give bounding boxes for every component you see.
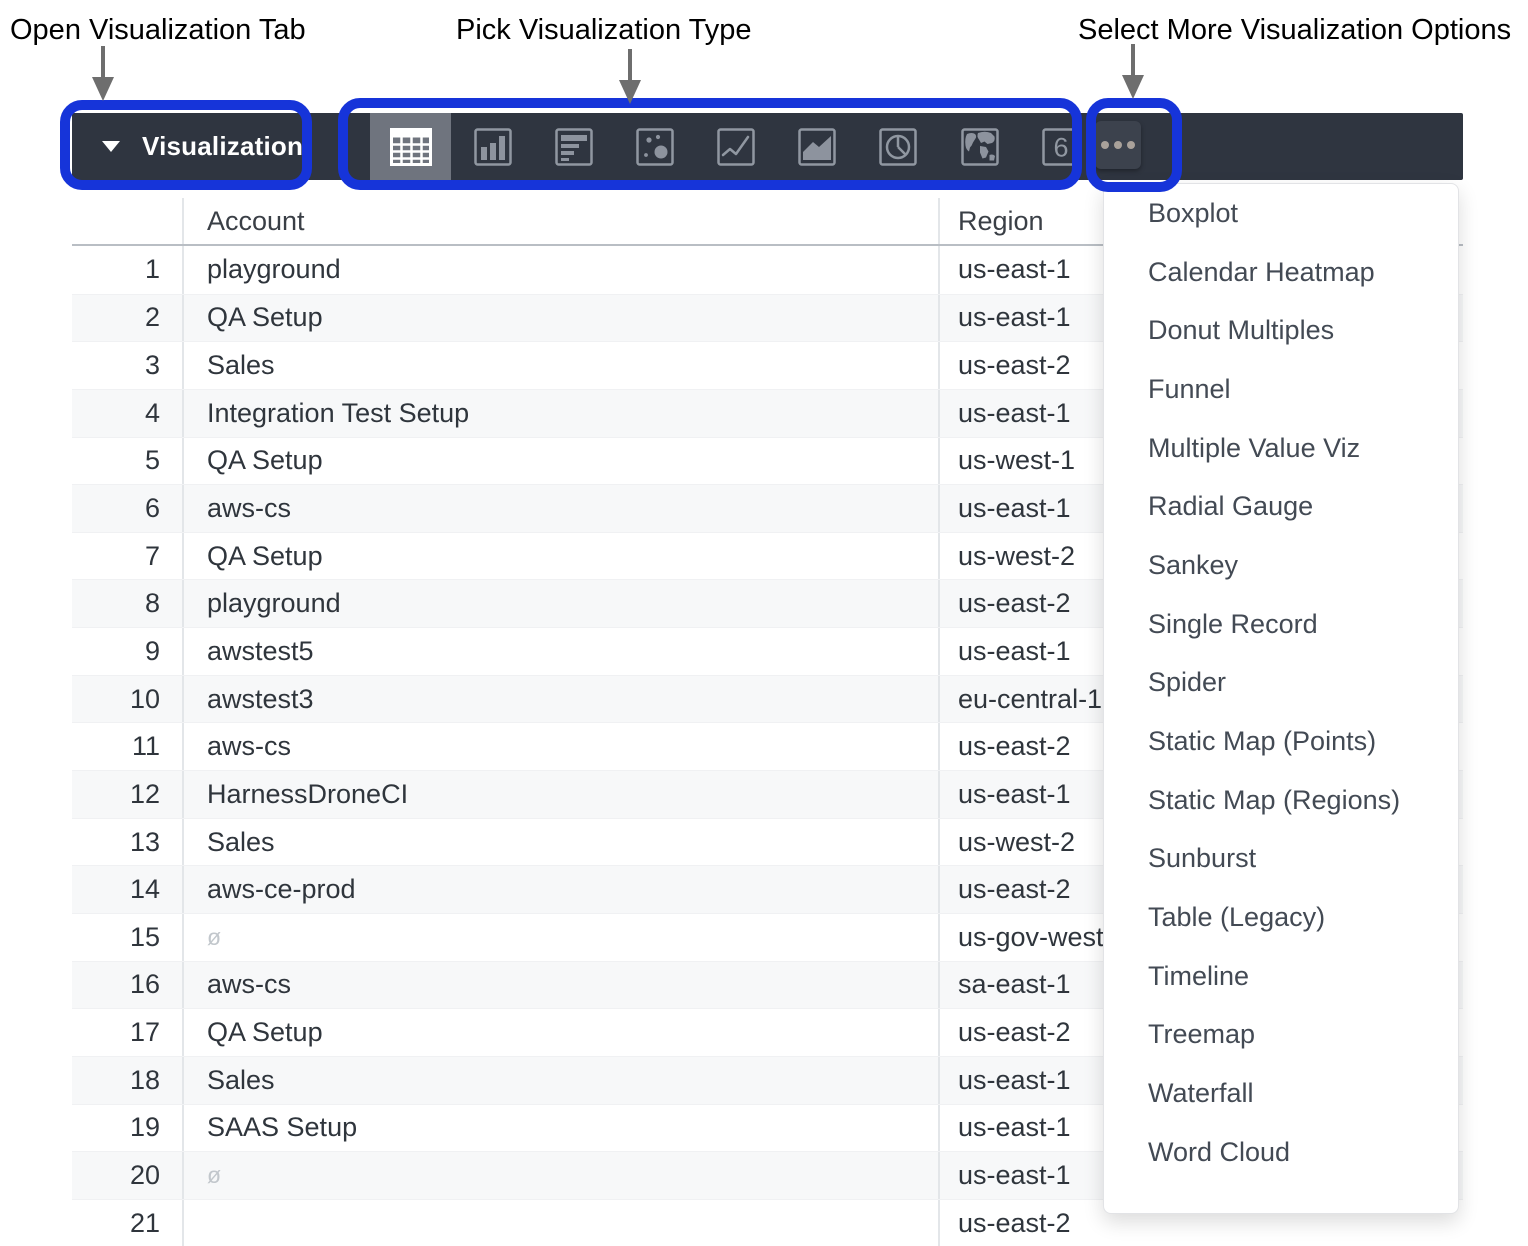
- down-arrow-icon: [1120, 44, 1146, 100]
- table-icon: [390, 128, 432, 166]
- row-number-cell: 9: [72, 636, 182, 667]
- ellipsis-icon: [1127, 141, 1135, 149]
- account-cell: HarnessDroneCI: [182, 771, 940, 818]
- menu-item-single-record[interactable]: Single Record: [1104, 595, 1458, 654]
- viz-type-area-chart-button[interactable]: [776, 113, 857, 180]
- row-number-cell: 16: [72, 969, 182, 1000]
- account-cell: aws-cs: [182, 962, 940, 1009]
- more-visualizations-button[interactable]: [1095, 121, 1141, 169]
- row-number-cell: 18: [72, 1065, 182, 1096]
- account-cell: ø: [182, 1152, 940, 1199]
- ellipsis-icon: [1114, 141, 1122, 149]
- account-cell: QA Setup: [182, 295, 940, 342]
- annotation-pick-visualization-type: Pick Visualization Type: [456, 14, 752, 47]
- down-arrow-icon: [617, 49, 643, 105]
- annotation-open-visualization-tab: Open Visualization Tab: [10, 14, 306, 47]
- horizontal-bar-chart-icon: [555, 128, 593, 166]
- viz-type-horizontal-bar-button[interactable]: [533, 113, 614, 180]
- row-number-cell: 19: [72, 1112, 182, 1143]
- menu-item-radial-gauge[interactable]: Radial Gauge: [1104, 477, 1458, 536]
- menu-item-boxplot[interactable]: Boxplot: [1104, 184, 1458, 243]
- down-arrow-icon: [90, 46, 116, 102]
- visualization-tab[interactable]: Visualization: [72, 113, 305, 180]
- account-cell: playground: [182, 246, 940, 294]
- account-cell: awstest5: [182, 628, 940, 675]
- world-map-icon: [961, 128, 999, 166]
- row-number-cell: 2: [72, 302, 182, 333]
- menu-item-static-map-regions[interactable]: Static Map (Regions): [1104, 771, 1458, 830]
- viz-type-scatter-button[interactable]: [614, 113, 695, 180]
- row-number-cell: 14: [72, 874, 182, 905]
- row-number-cell: 4: [72, 398, 182, 429]
- visualization-toolbar: Visualization: [72, 113, 1463, 180]
- menu-item-timeline[interactable]: Timeline: [1104, 947, 1458, 1006]
- account-cell: aws-cs: [182, 723, 940, 770]
- svg-text:6: 6: [1053, 132, 1068, 162]
- row-number-cell: 15: [72, 922, 182, 953]
- account-cell: [182, 1200, 940, 1246]
- row-number-cell: 12: [72, 779, 182, 810]
- line-chart-icon: [717, 128, 755, 166]
- menu-item-calendar-heatmap[interactable]: Calendar Heatmap: [1104, 243, 1458, 302]
- account-cell: Sales: [182, 1057, 940, 1104]
- area-chart-icon: [798, 128, 836, 166]
- visualization-tab-label: Visualization: [142, 131, 303, 162]
- row-number-cell: 1: [72, 254, 182, 285]
- row-number-cell: 5: [72, 445, 182, 476]
- viz-type-map-button[interactable]: [939, 113, 1020, 180]
- account-cell: aws-ce-prod: [182, 866, 940, 913]
- menu-item-sunburst[interactable]: Sunburst: [1104, 830, 1458, 889]
- account-cell: Integration Test Setup: [182, 390, 940, 437]
- row-number-cell: 20: [72, 1160, 182, 1191]
- scatter-plot-icon: [636, 128, 674, 166]
- menu-item-donut-multiples[interactable]: Donut Multiples: [1104, 301, 1458, 360]
- pie-chart-icon: [879, 128, 917, 166]
- account-cell: ø: [182, 914, 940, 961]
- caret-down-icon: [102, 141, 120, 152]
- row-number-cell: 13: [72, 827, 182, 858]
- viz-type-pie-chart-button[interactable]: [857, 113, 938, 180]
- row-number-cell: 17: [72, 1017, 182, 1048]
- viz-type-bar-chart-button[interactable]: [452, 113, 533, 180]
- viz-type-table-button[interactable]: [370, 113, 451, 180]
- menu-item-spider[interactable]: Spider: [1104, 654, 1458, 713]
- row-number-cell: 3: [72, 350, 182, 381]
- more-visualizations-menu: BoxplotCalendar HeatmapDonut MultiplesFu…: [1103, 183, 1459, 1214]
- menu-item-static-map-points[interactable]: Static Map (Points): [1104, 712, 1458, 771]
- row-number-cell: 11: [72, 731, 182, 762]
- menu-item-treemap[interactable]: Treemap: [1104, 1006, 1458, 1065]
- account-cell: SAAS Setup: [182, 1105, 940, 1152]
- account-column-header[interactable]: Account: [182, 198, 940, 244]
- row-number-cell: 10: [72, 684, 182, 715]
- account-cell: QA Setup: [182, 533, 940, 580]
- row-number-cell: 7: [72, 541, 182, 572]
- account-cell: QA Setup: [182, 438, 940, 485]
- bar-chart-icon: [474, 128, 512, 166]
- row-number-cell: 8: [72, 588, 182, 619]
- row-number-cell: 6: [72, 493, 182, 524]
- menu-item-table-legacy[interactable]: Table (Legacy): [1104, 888, 1458, 947]
- row-number-cell: 21: [72, 1208, 182, 1239]
- annotation-select-more-options: Select More Visualization Options: [1078, 14, 1511, 47]
- menu-item-sankey[interactable]: Sankey: [1104, 536, 1458, 595]
- account-cell: Sales: [182, 342, 940, 389]
- account-cell: aws-cs: [182, 485, 940, 532]
- account-cell: playground: [182, 580, 940, 627]
- account-cell: QA Setup: [182, 1009, 940, 1056]
- account-cell: Sales: [182, 819, 940, 866]
- menu-item-waterfall[interactable]: Waterfall: [1104, 1064, 1458, 1123]
- menu-item-funnel[interactable]: Funnel: [1104, 360, 1458, 419]
- viz-type-line-chart-button[interactable]: [695, 113, 776, 180]
- menu-item-multiple-value-viz[interactable]: Multiple Value Viz: [1104, 419, 1458, 478]
- ellipsis-icon: [1101, 141, 1109, 149]
- menu-item-word-cloud[interactable]: Word Cloud: [1104, 1123, 1458, 1182]
- counter-icon: 6: [1042, 128, 1080, 166]
- account-cell: awstest3: [182, 676, 940, 723]
- viz-type-counter-button[interactable]: 6: [1020, 113, 1101, 180]
